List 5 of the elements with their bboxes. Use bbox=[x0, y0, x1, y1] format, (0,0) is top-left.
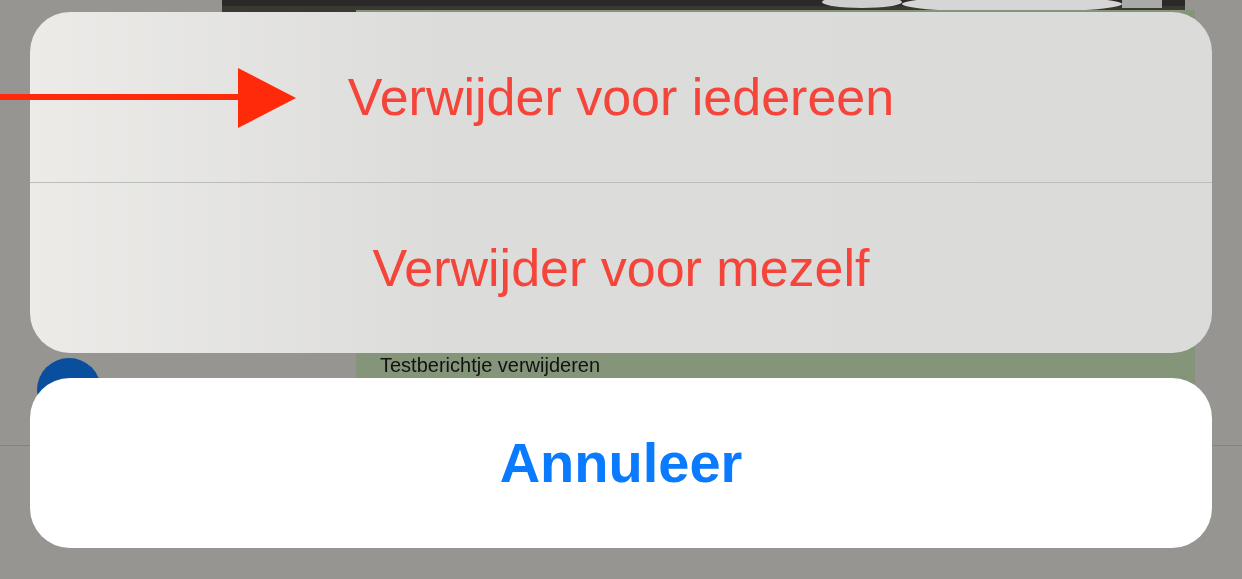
delete-option[interactable]: Verwijder voor mezelf bbox=[30, 183, 1212, 353]
delete-option[interactable]: Verwijder voor iedereen bbox=[30, 12, 1212, 182]
message-text: Testberichtje verwijderen bbox=[380, 354, 601, 377]
arrow-icon bbox=[0, 68, 296, 128]
cancel-button[interactable]: Annuleer bbox=[30, 378, 1212, 548]
